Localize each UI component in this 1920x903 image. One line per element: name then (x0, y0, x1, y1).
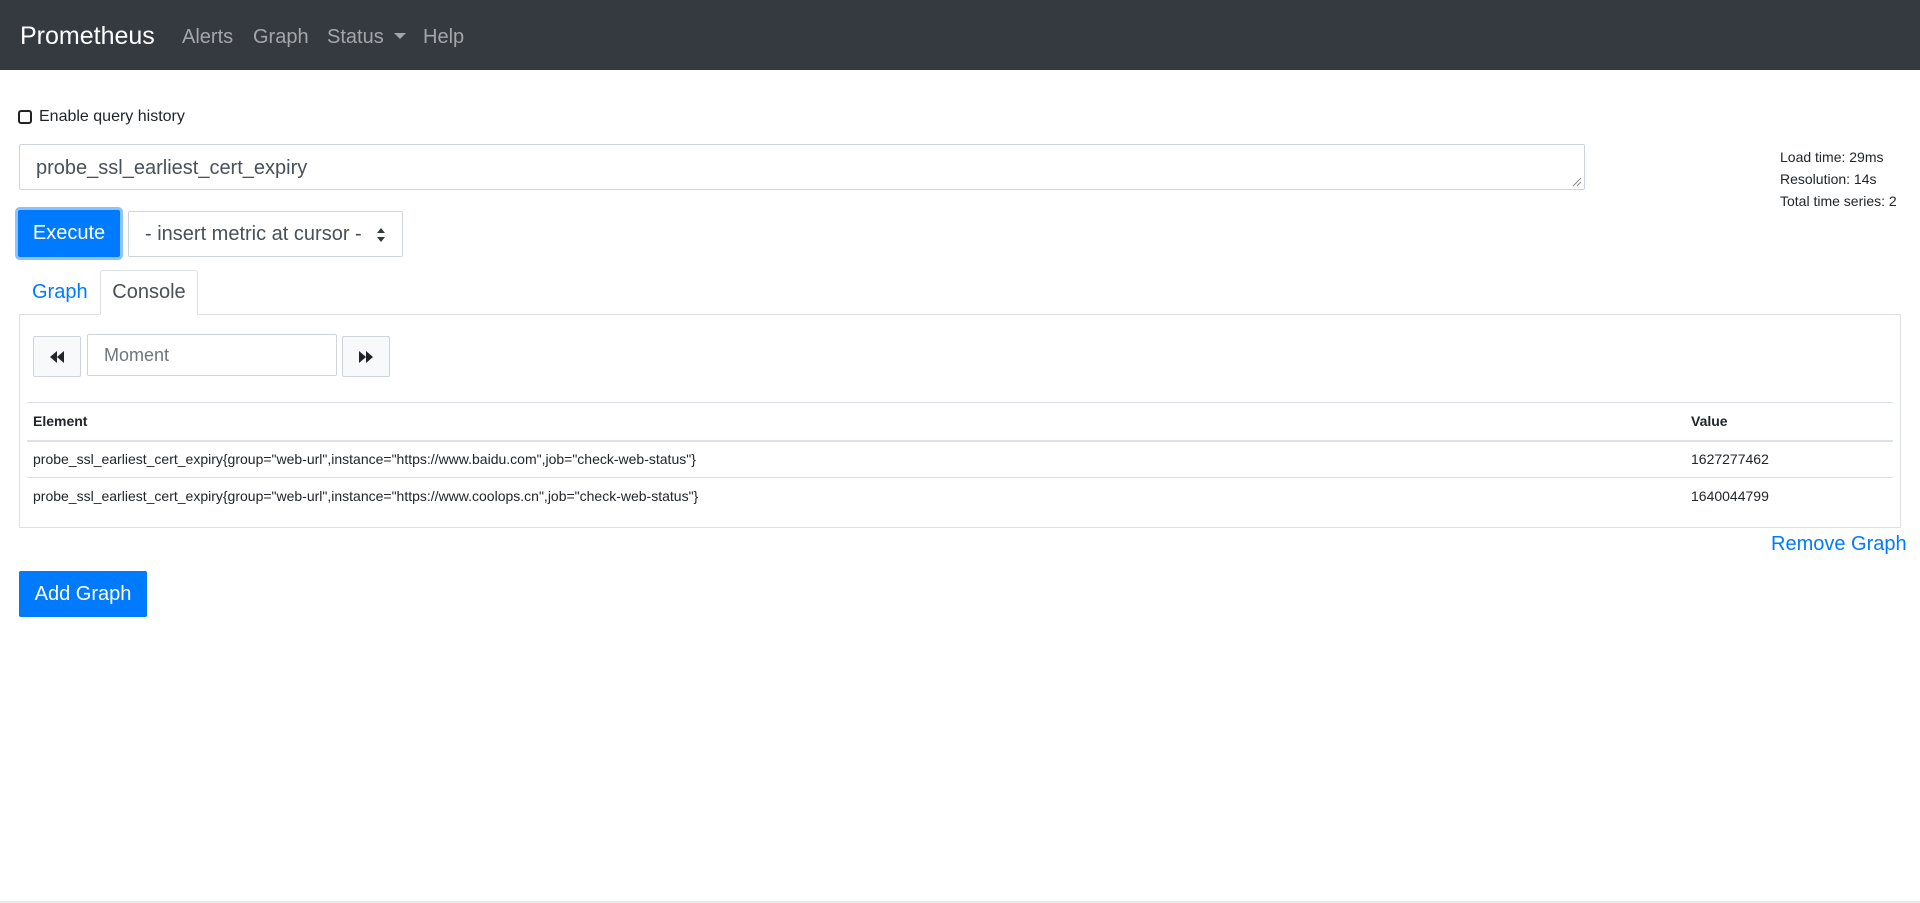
moment-input[interactable]: Moment (87, 334, 337, 376)
column-header-element: Element (33, 413, 88, 430)
row-element: probe_ssl_earliest_cert_expiry{group="we… (33, 488, 699, 505)
column-header-value: Value (1691, 413, 1728, 430)
console-panel: Moment Element Value probe_ssl_earliest_… (19, 314, 1901, 528)
add-graph-button[interactable]: Add Graph (19, 571, 147, 617)
row-element: probe_ssl_earliest_cert_expiry{group="we… (33, 451, 696, 468)
table-row: probe_ssl_earliest_cert_expiry{group="we… (27, 478, 1893, 515)
chevron-down-icon (393, 33, 406, 39)
execute-button[interactable]: Execute (18, 210, 120, 257)
query-history-toggle[interactable]: Enable query history (18, 108, 185, 126)
expression-input[interactable]: probe_ssl_earliest_cert_expiry (19, 144, 1585, 190)
nav-status-dropdown[interactable]: Status (327, 26, 406, 49)
tab-console[interactable]: Console (100, 270, 198, 315)
time-forward-button[interactable] (342, 336, 390, 377)
fast-forward-icon (359, 350, 373, 363)
insert-metric-select[interactable]: - insert metric at cursor - (128, 211, 403, 257)
top-navbar: Prometheus Alerts Graph Status Help (0, 0, 1920, 70)
results-table: Element Value probe_ssl_earliest_cert_ex… (27, 402, 1893, 515)
load-time: Load time: 29ms (1780, 149, 1884, 165)
sort-arrows-icon (377, 228, 385, 242)
query-history-label: Enable query history (39, 108, 185, 125)
row-value: 1640044799 (1691, 488, 1769, 505)
time-back-button[interactable] (33, 336, 81, 377)
table-header-row: Element Value (27, 402, 1893, 441)
nav-help[interactable]: Help (423, 26, 464, 49)
nav-graph[interactable]: Graph (253, 26, 309, 49)
query-stats: Load time: 29ms Resolution: 14s Total ti… (1780, 146, 1897, 212)
remove-graph-link[interactable]: Remove Graph (1771, 533, 1907, 556)
nav-status-label: Status (327, 26, 384, 48)
moment-placeholder: Moment (104, 345, 170, 365)
table-row: probe_ssl_earliest_cert_expiry{group="we… (27, 441, 1893, 478)
total-time-series: Total time series: 2 (1780, 193, 1897, 209)
insert-metric-label: - insert metric at cursor - (145, 222, 362, 245)
resize-grip-icon[interactable] (1572, 177, 1582, 187)
resolution: Resolution: 14s (1780, 171, 1877, 187)
fast-backward-icon (50, 350, 64, 363)
tab-graph[interactable]: Graph (18, 270, 100, 315)
brand-logo[interactable]: Prometheus (20, 22, 155, 51)
nav-alerts[interactable]: Alerts (182, 26, 233, 49)
row-value: 1627277462 (1691, 451, 1769, 468)
query-history-checkbox[interactable] (18, 110, 32, 124)
expression-text: probe_ssl_earliest_cert_expiry (36, 157, 308, 179)
